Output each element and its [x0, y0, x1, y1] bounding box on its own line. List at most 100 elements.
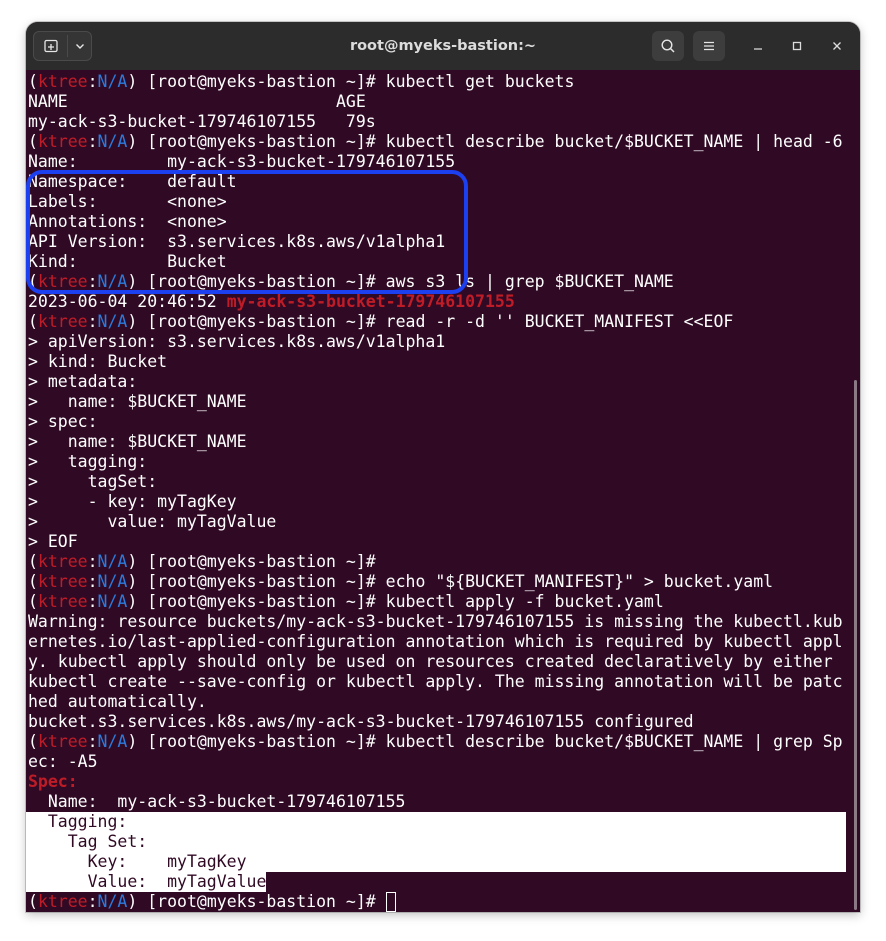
output-line: Name: my-ack-s3-bucket-179746107155	[28, 152, 456, 171]
prompt-user-host: [root@myeks-bastion ~]#	[137, 72, 386, 91]
command-text: kubectl describe bucket/$BUCKET_NAME | g…	[385, 732, 843, 751]
prompt-close: )	[127, 132, 138, 151]
prompt-sep: :	[87, 132, 98, 151]
output-line: > value: myTagValue	[28, 512, 277, 531]
prompt-user-host: [root@myeks-bastion ~]#	[137, 132, 386, 151]
prompt-close: )	[127, 892, 138, 911]
output-line: > apiVersion: s3.services.k8s.aws/v1alph…	[28, 332, 446, 351]
output-line: > name: $BUCKET_NAME	[28, 432, 247, 451]
prompt-open: (	[28, 592, 38, 611]
output-line: > tagging:	[28, 452, 148, 471]
prompt-close: )	[127, 572, 138, 591]
selected-output-line: Key: myTagKey	[28, 852, 247, 871]
prompt-line: (ktree:N/A) [root@myeks-bastion ~]# echo…	[28, 572, 773, 592]
scrollbar[interactable]	[854, 380, 857, 910]
output-line: > name: $BUCKET_NAME	[28, 392, 247, 411]
prompt-open: (	[28, 552, 38, 571]
prompt-line: (ktree:N/A) [root@myeks-bastion ~]#	[28, 892, 386, 912]
prompt-line: (ktree:N/A) [root@myeks-bastion ~]# kube…	[28, 592, 664, 612]
selected-output-line: Tagging:	[28, 812, 128, 831]
prompt-sep: :	[87, 892, 98, 911]
prompt-user-host: [root@myeks-bastion ~]#	[137, 732, 386, 751]
prompt-close: )	[127, 312, 138, 331]
output-line: > tagSet:	[28, 472, 158, 491]
prompt-close: )	[127, 592, 138, 611]
selected-output-line: Value: myTagValue	[28, 872, 267, 891]
grep-output-line: 2023-06-04 20:46:52 my-ack-s3-bucket-179…	[28, 292, 515, 312]
terminal-window: root@myeks-bastion:~ (ktree:N/A) [root@m…	[26, 22, 860, 912]
prompt-line: (ktree:N/A) [root@myeks-bastion ~]# kube…	[28, 732, 843, 752]
output-line: Name: my-ack-s3-bucket-179746107155	[28, 792, 406, 811]
prompt-env: ktree	[37, 892, 88, 911]
prompt-user-host: [root@myeks-bastion ~]#	[137, 892, 386, 911]
output-line: y. kubectl apply should only be used on …	[28, 652, 833, 671]
command-text: echo "${BUCKET_MANIFEST}" > bucket.yaml	[385, 572, 774, 591]
prompt-line: (ktree:N/A) [root@myeks-bastion ~]# kube…	[28, 132, 843, 152]
prompt-open: (	[28, 572, 38, 591]
output-line: > metadata:	[28, 372, 138, 391]
prompt-line: (ktree:N/A) [root@myeks-bastion ~]#	[28, 552, 386, 572]
title-bar: root@myeks-bastion:~	[26, 22, 860, 70]
prompt-namespace: N/A	[97, 312, 128, 331]
prompt-open: (	[28, 312, 38, 331]
output-text: 2023-06-04 20:46:52	[28, 292, 227, 311]
window-title: root@myeks-bastion:~	[349, 38, 537, 54]
output-line: > kind: Bucket	[28, 352, 168, 371]
output-line: > - key: myTagKey	[28, 492, 237, 511]
output-line: kubectl create --save-config or kubectl …	[28, 672, 843, 691]
prompt-sep: :	[87, 72, 98, 91]
command-text: kubectl get buckets	[385, 72, 575, 91]
spec-heading: Spec:	[28, 772, 78, 791]
prompt-user-host: [root@myeks-bastion ~]#	[137, 552, 386, 571]
prompt-sep: :	[87, 552, 98, 571]
maximize-icon[interactable]	[785, 34, 809, 58]
prompt-close: )	[127, 552, 138, 571]
terminal-cursor	[386, 892, 396, 912]
close-icon[interactable]	[825, 34, 849, 58]
output-line: > spec:	[28, 412, 98, 431]
prompt-sep: :	[87, 572, 98, 591]
command-text: kubectl describe bucket/$BUCKET_NAME | h…	[385, 132, 843, 151]
prompt-open: (	[28, 72, 38, 91]
prompt-sep: :	[87, 312, 98, 331]
terminal-output[interactable]: (ktree:N/A) [root@myeks-bastion ~]# kube…	[26, 70, 860, 912]
selected-output-line: Tag Set:	[28, 832, 148, 851]
prompt-sep: :	[87, 592, 98, 611]
prompt-close: )	[127, 72, 138, 91]
prompt-user-host: [root@myeks-bastion ~]#	[137, 312, 386, 331]
prompt-line: (ktree:N/A) [root@myeks-bastion ~]# read…	[28, 312, 733, 332]
prompt-namespace: N/A	[97, 552, 128, 571]
output-line: ec: -A5	[28, 752, 98, 771]
prompt-env: ktree	[37, 732, 88, 751]
grep-match: my-ack-s3-bucket-179746107155	[226, 292, 515, 311]
hamburger-menu-icon[interactable]	[693, 31, 725, 61]
prompt-env: ktree	[37, 312, 88, 331]
prompt-env: ktree	[37, 592, 88, 611]
prompt-line: (ktree:N/A) [root@myeks-bastion ~]# kube…	[28, 72, 574, 92]
annotation-highlight-box	[26, 170, 468, 294]
prompt-env: ktree	[37, 572, 88, 591]
output-line: my-ack-s3-bucket-179746107155 79s	[28, 112, 376, 131]
output-line: Warning: resource buckets/my-ack-s3-buck…	[28, 612, 843, 631]
prompt-namespace: N/A	[97, 132, 128, 151]
prompt-open: (	[28, 132, 38, 151]
minimize-icon[interactable]	[746, 34, 770, 58]
output-line: bucket.s3.services.k8s.aws/my-ack-s3-buc…	[28, 712, 694, 731]
output-line: NAME AGE	[28, 92, 366, 111]
output-line: > EOF	[28, 532, 78, 551]
command-text: kubectl apply -f bucket.yaml	[385, 592, 664, 611]
command-text: read -r -d '' BUCKET_MANIFEST <<EOF	[385, 312, 734, 331]
prompt-namespace: N/A	[97, 592, 128, 611]
search-icon[interactable]	[652, 31, 684, 61]
prompt-namespace: N/A	[97, 892, 128, 911]
output-line: ernetes.io/last-applied-configuration an…	[28, 632, 843, 651]
prompt-close: )	[127, 732, 138, 751]
prompt-env: ktree	[37, 132, 88, 151]
prompt-open: (	[28, 732, 38, 751]
prompt-namespace: N/A	[97, 572, 128, 591]
prompt-namespace: N/A	[97, 732, 128, 751]
output-line: hed automatically.	[28, 692, 207, 711]
prompt-user-host: [root@myeks-bastion ~]#	[137, 592, 386, 611]
prompt-open: (	[28, 892, 38, 911]
prompt-sep: :	[87, 732, 98, 751]
